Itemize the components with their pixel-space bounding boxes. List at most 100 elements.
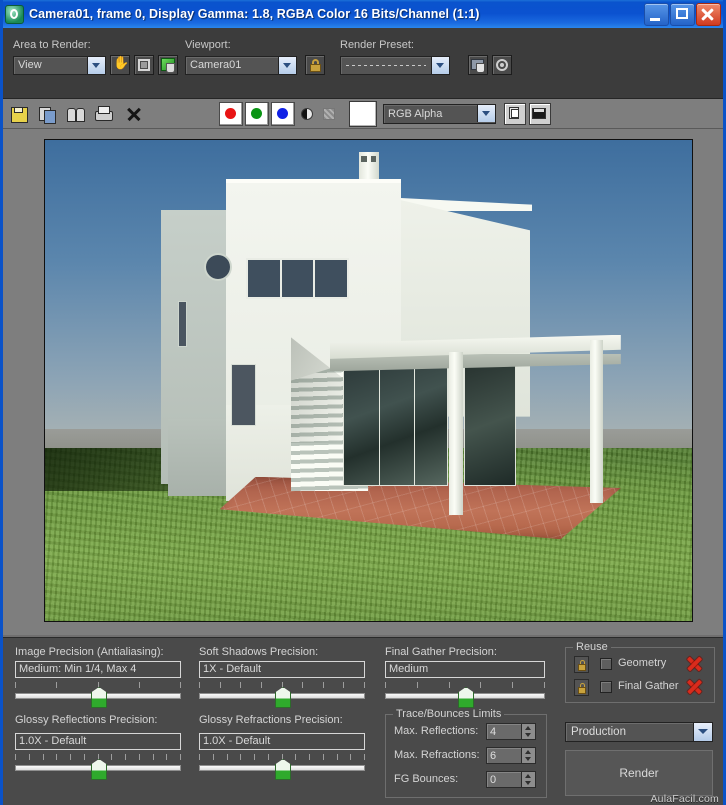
blue-channel-button[interactable] — [271, 101, 295, 126]
fg-bounces-label: FG Bounces: — [394, 773, 459, 785]
reuse-final-gather-lock-icon[interactable] — [574, 679, 589, 696]
glossy-refractions-label: Glossy Refractions Precision: — [199, 714, 343, 726]
render-preset-empty-value — [346, 64, 426, 66]
chevron-down-icon — [278, 56, 296, 74]
image-strip-icon[interactable] — [529, 102, 551, 125]
viewport-group: Viewport: Camera01 — [185, 39, 325, 75]
slider-thumb[interactable] — [458, 687, 474, 708]
area-to-render-group: Area to Render: View — [13, 39, 178, 75]
window-title: Camera01, frame 0, Display Gamma: 1.8, R… — [29, 7, 480, 21]
image-precision-value: Medium: Min 1/4, Max 4 — [15, 661, 181, 678]
area-to-render-label: Area to Render: — [13, 39, 91, 51]
render-view-area[interactable] — [3, 129, 723, 635]
clear-geometry-x-icon[interactable] — [686, 655, 703, 672]
maximize-button[interactable] — [670, 2, 695, 26]
max-refractions-stepper[interactable]: 6 — [486, 747, 536, 764]
reuse-geometry-label: Geometry — [618, 657, 667, 669]
glossy-refractions-value: 1.0X - Default — [199, 733, 365, 750]
load-preset-icon[interactable] — [468, 55, 488, 75]
lower-block-side-wall — [167, 418, 230, 496]
chevron-down-icon — [693, 723, 712, 741]
image-precision-label: Image Precision (Antialiasing): — [15, 646, 164, 658]
trace-bounces-group: Trace/Bounces Limits Max. Reflections: 4… — [385, 708, 547, 798]
pan-hand-icon[interactable] — [110, 55, 130, 75]
render-preset-group: Render Preset: — [340, 39, 512, 75]
blue-dot-icon — [277, 107, 288, 119]
watermark-suffix: .com — [695, 793, 719, 805]
stepper-arrows-icon[interactable] — [521, 772, 535, 787]
background-color-swatch[interactable] — [349, 100, 377, 127]
render-frame-window: Camera01, frame 0, Display Gamma: 1.8, R… — [0, 0, 726, 805]
alpha-channel-button[interactable] — [297, 103, 317, 125]
glossy-refractions-slider[interactable] — [199, 754, 365, 780]
clear-final-gather-x-icon[interactable] — [686, 678, 703, 695]
close-button[interactable] — [696, 2, 721, 26]
glass-mullion — [413, 367, 416, 486]
rendered-image[interactable] — [44, 139, 693, 622]
region-icon[interactable] — [134, 55, 154, 75]
slider-thumb[interactable] — [91, 687, 107, 708]
max-refractions-value: 6 — [490, 749, 497, 762]
slider-thumb[interactable] — [275, 687, 291, 708]
reuse-title: Reuse — [573, 641, 611, 653]
printer-icon[interactable] — [94, 104, 114, 124]
watermark-brand: AulaFacil — [650, 793, 696, 805]
narrow-window-upper — [178, 301, 188, 347]
duplicate-frame-icon[interactable] — [504, 102, 526, 125]
final-gather-slider[interactable] — [385, 682, 545, 708]
slider-thumb[interactable] — [275, 759, 291, 780]
area-to-render-select[interactable]: View — [13, 55, 106, 75]
copy-icon[interactable] — [38, 104, 58, 124]
render-toolbar: Area to Render: View Viewport: Camera01 — [3, 28, 723, 99]
red-dot-icon — [225, 107, 236, 119]
glossy-reflections-slider[interactable] — [15, 754, 181, 780]
fg-bounces-value: 0 — [490, 773, 497, 786]
red-channel-button[interactable] — [219, 101, 243, 126]
window-mullion — [280, 259, 283, 297]
image-precision-slider[interactable] — [15, 682, 181, 708]
max-reflections-stepper[interactable]: 4 — [486, 723, 536, 740]
reuse-final-gather-label: Final Gather — [618, 680, 679, 692]
viewport-label: Viewport: — [185, 39, 231, 51]
render-mode-select[interactable]: Production — [565, 722, 713, 742]
chevron-down-icon — [87, 56, 105, 74]
channel-display-value: RGB Alpha — [388, 107, 443, 120]
auto-region-icon[interactable] — [158, 55, 178, 75]
reuse-group: Reuse Geometry Final Gather — [565, 641, 715, 703]
green-dot-icon — [251, 107, 262, 119]
floppy-disk-icon[interactable] — [9, 104, 29, 124]
viewport-value: Camera01 — [190, 59, 242, 71]
lock-icon[interactable] — [305, 55, 325, 75]
minimize-button[interactable] — [644, 2, 669, 26]
soft-shadows-label: Soft Shadows Precision: — [199, 646, 319, 658]
channel-display-select[interactable]: RGB Alpha — [383, 103, 496, 124]
max-refractions-label: Max. Refractions: — [394, 749, 480, 761]
stepper-arrows-icon[interactable] — [521, 724, 535, 739]
reuse-final-gather-checkbox[interactable] — [600, 681, 612, 693]
soft-shadows-slider[interactable] — [199, 682, 365, 708]
glossy-reflections-value: 1.0X - Default — [15, 733, 181, 750]
final-gather-label: Final Gather Precision: — [385, 646, 497, 658]
mono-channel-button[interactable] — [319, 103, 339, 125]
window-titlebar: Camera01, frame 0, Display Gamma: 1.8, R… — [3, 0, 723, 28]
close-x-icon[interactable] — [124, 104, 144, 124]
watermark: AulaFacil.com — [650, 790, 719, 805]
soft-shadows-value: 1X - Default — [199, 661, 365, 678]
reuse-geometry-lock-icon[interactable] — [574, 656, 589, 673]
window-controls — [644, 2, 723, 26]
render-settings-panel: Image Precision (Antialiasing): Medium: … — [3, 637, 723, 805]
chevron-down-icon — [477, 105, 495, 122]
render-preset-select[interactable] — [340, 55, 450, 75]
stepper-arrows-icon[interactable] — [521, 748, 535, 763]
trace-bounces-title: Trace/Bounces Limits — [393, 708, 505, 720]
clone-icon[interactable] — [66, 104, 86, 124]
reuse-geometry-checkbox[interactable] — [600, 658, 612, 670]
pergola-column-left — [449, 351, 463, 516]
slider-thumb[interactable] — [91, 759, 107, 780]
render-mode-value: Production — [571, 726, 626, 738]
render-preset-label: Render Preset: — [340, 39, 414, 51]
fg-bounces-stepper[interactable]: 0 — [486, 771, 536, 788]
render-setup-icon[interactable] — [492, 55, 512, 75]
viewport-select[interactable]: Camera01 — [185, 55, 297, 75]
green-channel-button[interactable] — [245, 101, 269, 126]
